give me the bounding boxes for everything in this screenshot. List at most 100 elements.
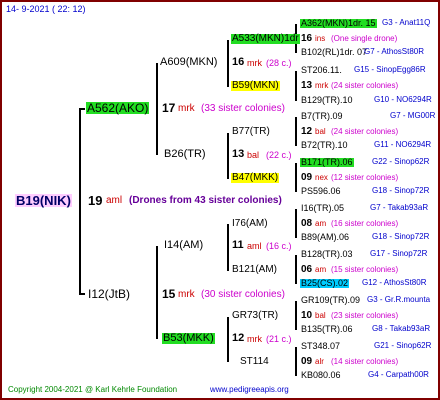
gen2-d-connector (227, 317, 229, 362)
gen3-code: am (315, 265, 327, 274)
gen4-queen-name[interactable]: B129(TR).10 (301, 96, 353, 105)
gen3-connector-7 (295, 301, 297, 330)
root-number: 19 (88, 193, 103, 208)
pedigree-frame: 14- 9-2021 ( 22: 12) B19(NIK) 19 aml (Dr… (0, 0, 440, 400)
gen1-bottom-stub (79, 293, 85, 295)
gen4-identifier: G7 - Takab93aR (370, 203, 429, 212)
gen3-code: bal (315, 127, 326, 136)
root-connector (79, 109, 81, 295)
gen3-number: 08 (301, 218, 313, 229)
gen3-number: 09 (301, 172, 313, 183)
gen2-note: (22 c.) (266, 150, 292, 160)
gen3-number: 10 (301, 310, 313, 321)
gen3-note: (23 sister colonies) (331, 311, 399, 320)
root-note: (Drones from 43 sister colonies) (129, 195, 282, 206)
gen4-identifier: G3 - Anat11Q (382, 18, 431, 27)
date-stamp: 14- 9-2021 ( 22: 12) (6, 4, 86, 14)
gen3-number: 06 (301, 264, 313, 275)
gen1-b-connector (156, 246, 158, 339)
gen4-queen-name[interactable]: I16(TR).05 (301, 204, 344, 213)
gen2-queen-name[interactable]: B26(TR) (164, 149, 206, 160)
gen4-queen-name[interactable]: PS596.06 (301, 187, 341, 196)
gen4-identifier: G22 - Sinop62R (372, 157, 430, 166)
gen3-code: alr (315, 357, 324, 366)
gen2-queen-name[interactable]: I14(AM) (164, 240, 203, 251)
gen4-queen-name[interactable]: KB080.06 (301, 371, 341, 380)
gen4-queen-name[interactable]: ST348.07 (301, 342, 340, 351)
gen4-queen-name[interactable]: ST206.11. (301, 66, 342, 75)
gen2-c-connector (227, 224, 229, 271)
gen2-code: mrk (247, 58, 262, 68)
gen4-queen-name[interactable]: A362(MKN)1dr. 15 (300, 19, 377, 28)
gen4-identifier: G3 - Gr.R.mounta (367, 295, 431, 304)
gen2-number: 13 (232, 148, 245, 160)
copyright-notice: Copyright 2004-2021 @ Karl Kehrle Founda… (8, 385, 178, 394)
gen3-code: am (315, 219, 327, 228)
gen3-queen-name[interactable]: B59(MKN) (231, 81, 280, 91)
gen3-connector-5 (295, 209, 297, 238)
gen1-code: mrk (178, 103, 195, 114)
gen3-number: 09 (301, 356, 313, 367)
gen1-code: mrk (178, 289, 195, 300)
gen3-queen-name[interactable]: B47(MKK) (231, 173, 280, 183)
gen2-number: 16 (232, 56, 245, 68)
gen4-identifier: G18 - Sinop72R (372, 232, 430, 241)
root-code: aml (106, 195, 123, 206)
gen3-connector-6 (295, 255, 297, 284)
gen1-queen-name[interactable]: A562(AKO) (86, 102, 150, 114)
root-queen-name[interactable]: B19(NIK) (15, 194, 72, 207)
gen3-note: (24 sister colonies) (331, 127, 399, 136)
gen4-identifier: G17 - Sinop72R (370, 249, 428, 258)
gen4-queen-name[interactable]: B102(RL)1dr. 07 (301, 48, 367, 57)
gen4-queen-name[interactable]: B25(CS).02 (300, 279, 350, 288)
gen1-note: (30 sister colonies) (201, 289, 285, 300)
gen2-queen-name[interactable]: B53(MKK) (162, 333, 215, 344)
gen3-connector-3 (295, 117, 297, 146)
gen2-b-connector (227, 133, 229, 179)
gen1-number: 15 (162, 287, 176, 301)
gen2-number: 12 (232, 332, 245, 344)
gen3-queen-name[interactable]: GR73(TR) (232, 311, 278, 321)
gen4-queen-name[interactable]: GR109(TR).09 (301, 296, 360, 305)
gen3-number: 13 (301, 80, 313, 91)
website-link[interactable]: www.pedigreeapis.org (210, 386, 289, 394)
gen4-queen-name[interactable]: B89(AM).06 (301, 233, 349, 242)
gen3-code: bal (315, 311, 326, 320)
gen1-a-connector (156, 63, 158, 155)
gen3-connector-8 (295, 347, 297, 376)
gen2-note: (21 c.) (266, 334, 292, 344)
gen4-identifier: G7 - AthosSt80R (364, 47, 425, 56)
gen4-queen-name[interactable]: B7(TR).09 (301, 112, 343, 121)
gen3-queen-name[interactable]: ST114 (240, 357, 269, 367)
gen3-connector-2 (295, 71, 297, 101)
gen4-identifier: G10 - NO6294R (374, 95, 432, 104)
gen3-queen-name[interactable]: B121(AM) (232, 265, 277, 275)
gen4-queen-name[interactable]: B135(TR).06 (301, 325, 353, 334)
gen2-queen-name[interactable]: A609(MKN) (160, 57, 217, 68)
gen4-identifier: G11 - NO6294R (374, 140, 432, 149)
gen3-note: (16 sister colonies) (331, 219, 399, 228)
gen2-code: bal (247, 150, 260, 160)
gen3-queen-name[interactable]: B77(TR) (232, 127, 270, 137)
gen1-number: 17 (162, 101, 176, 115)
gen3-note: (24 sister colonies) (331, 81, 399, 90)
gen1-note: (33 sister colonies) (201, 103, 285, 114)
gen1-top-stub (79, 108, 85, 110)
gen2-number: 11 (232, 239, 244, 251)
gen1-queen-name[interactable]: I12(JtB) (88, 288, 130, 300)
gen4-queen-name[interactable]: B171(TR).06 (300, 158, 354, 167)
gen2-note: (16 c.) (266, 241, 292, 251)
gen4-identifier: G7 - MG00R (390, 111, 436, 120)
gen3-note: (15 sister colonies) (331, 265, 399, 274)
gen4-identifier: G18 - Sinop72R (372, 186, 430, 195)
gen4-queen-name[interactable]: B72(TR).10 (301, 141, 348, 150)
gen3-queen-name[interactable]: A533(MKN)1dr (231, 34, 300, 44)
gen4-queen-name[interactable]: B128(TR).03 (301, 250, 353, 259)
gen4-identifier: G15 - SinopEgg86R (354, 65, 426, 74)
gen3-queen-name[interactable]: I76(AM) (232, 219, 268, 229)
gen3-code: nex (315, 173, 328, 182)
gen4-identifier: G21 - Sinop62R (374, 341, 432, 350)
gen3-note: (12 sister colonies) (331, 173, 399, 182)
gen4-identifier: G12 - AthosSt80R (362, 278, 427, 287)
gen4-identifier: G8 - Takab93aR (372, 324, 431, 333)
